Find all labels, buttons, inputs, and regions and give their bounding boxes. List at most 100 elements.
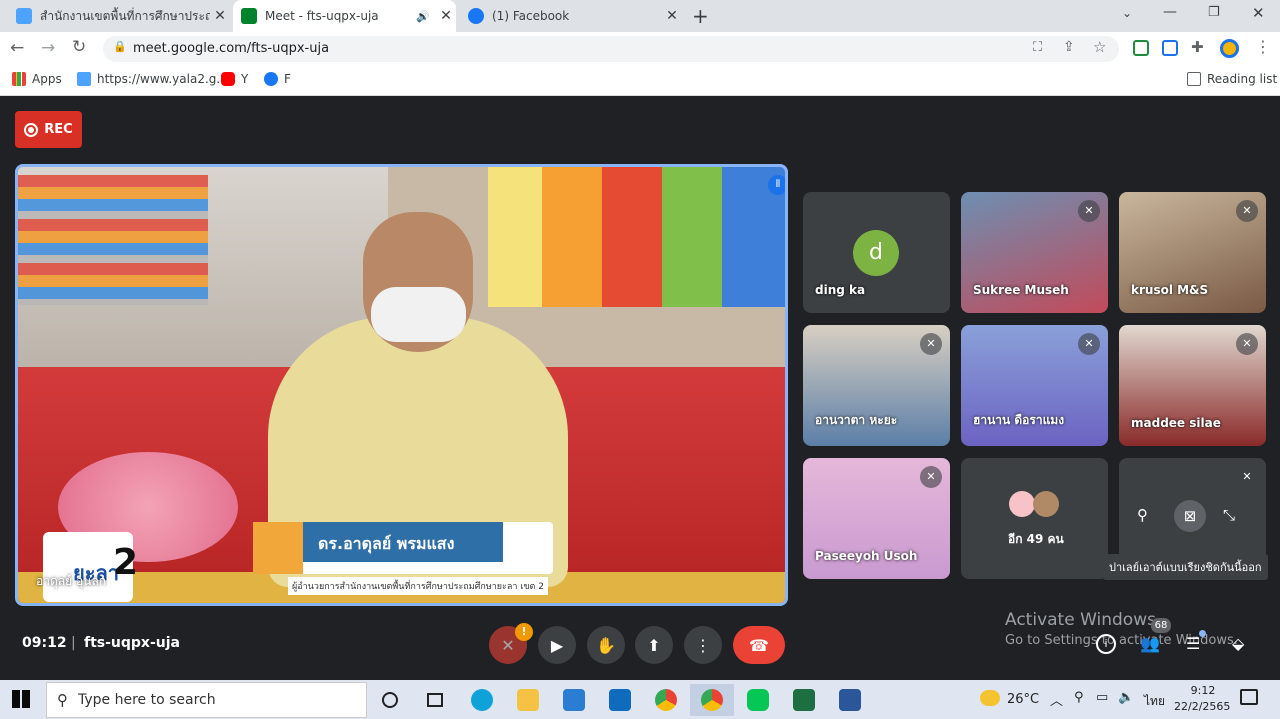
more-options-button[interactable]: ⋮ (684, 626, 722, 664)
cortana-icon[interactable] (374, 684, 406, 716)
camera-icon: ▶ (550, 635, 564, 655)
windows-start-icon[interactable] (12, 690, 30, 708)
name-banner-subtitle: ผู้อำนวยการสำนักงานเขตพื้นที่การศึกษาประ… (288, 577, 548, 595)
participant-tile[interactable]: ✕ krusol M&S (1119, 192, 1266, 313)
extensions-puzzle-icon[interactable]: ✚ (1191, 38, 1204, 56)
reading-list[interactable]: Reading list (1187, 72, 1277, 86)
chat-dot-icon (1199, 630, 1206, 637)
present-icon: ⬆ (647, 635, 661, 655)
remove-tile-icon[interactable]: ⊠ (1174, 500, 1206, 532)
mic-off-icon: ✕ (920, 466, 942, 488)
tab-search-icon[interactable]: ⌄ (1122, 6, 1132, 20)
volume-icon[interactable]: 🔈 (1118, 690, 1134, 705)
extension-green-icon[interactable] (1133, 40, 1149, 56)
profile-avatar[interactable] (1220, 39, 1239, 58)
emblem-icon (253, 522, 303, 574)
reload-icon[interactable]: ↻ (72, 37, 86, 57)
line-icon[interactable] (742, 684, 774, 716)
chrome-icon[interactable] (650, 684, 682, 716)
tooltip: ปาเลย์เอาต์แบบเรียงชิดกันนี้ออก (1103, 554, 1268, 580)
minimize-icon[interactable]: — (1163, 4, 1177, 20)
edge-icon[interactable] (466, 684, 498, 716)
chat-icon[interactable]: ☰ (1186, 634, 1200, 653)
back-icon[interactable]: ← (10, 38, 24, 58)
search-icon: ⚲ (57, 691, 68, 709)
minimize-tile-icon[interactable]: ⤡ (1223, 506, 1235, 524)
task-view-icon[interactable] (419, 684, 451, 716)
chrome-active-icon[interactable] (690, 684, 734, 716)
new-tab-icon[interactable]: + (692, 4, 709, 28)
leave-call-button[interactable]: ☎ (733, 626, 785, 664)
participant-tile[interactable]: d ding ka (803, 192, 950, 313)
extension-cast-icon[interactable] (1162, 40, 1178, 56)
omnibox[interactable]: 🔒 meet.google.com/fts-uqpx-uja ⛶ ⇪ ☆ (103, 36, 1119, 62)
close-tab-icon[interactable]: ✕ (662, 8, 682, 24)
activities-icon[interactable]: ⬙ (1232, 634, 1244, 653)
present-button[interactable]: ⬆ (635, 626, 673, 664)
tab-meet[interactable]: Meet - fts-uqpx-uja 🔊 ✕ (233, 0, 456, 32)
bookmark-youtube[interactable]: Y (221, 72, 248, 86)
mic-off-icon: ✕ (1236, 333, 1258, 355)
recording-badge: REC (15, 111, 82, 148)
tab-facebook[interactable]: (1) Facebook ✕ (460, 0, 682, 32)
store-icon[interactable] (558, 684, 590, 716)
more-dots-icon: ⋮ (695, 635, 711, 655)
clock-time[interactable]: 9:12 (1188, 684, 1218, 697)
people-icon[interactable]: 👥 (1140, 634, 1160, 653)
tray-arrow-icon[interactable]: ︿ (1050, 690, 1063, 709)
hand-icon: ✋ (596, 635, 616, 655)
name-banner: ดร.อาดุลย์ พรมแสง (253, 522, 553, 574)
file-explorer-icon[interactable] (512, 684, 544, 716)
meet-favicon-icon (241, 8, 257, 24)
yala-logo: ยะลา 2 (43, 532, 138, 602)
participant-tile[interactable]: ✕ Sukree Museh (961, 192, 1108, 313)
forward-icon[interactable]: → (41, 38, 55, 58)
bookmark-yala[interactable]: https://www.yala2.g... (77, 72, 228, 86)
menu-dots-icon[interactable]: ⋮ (1255, 37, 1271, 56)
yala-favicon-icon (77, 72, 91, 86)
taskbar-search-input[interactable]: ⚲ Type here to search (46, 682, 367, 718)
close-tab-icon[interactable]: ✕ (210, 8, 230, 24)
tab-bar: สำนักงานเขตพื้นที่การศึกษาประถมศึกษ ✕ Me… (0, 0, 1280, 32)
avatar: d (853, 230, 899, 276)
yala-favicon-icon (16, 8, 32, 24)
notifications-icon[interactable] (1240, 689, 1258, 705)
info-icon[interactable]: i (1096, 634, 1116, 654)
weather-icon[interactable] (980, 690, 1000, 706)
mail-icon[interactable] (604, 684, 636, 716)
bookmark-facebook[interactable]: F (264, 72, 291, 86)
camera-button[interactable]: ▶ (538, 626, 576, 664)
pin-icon[interactable]: ⚲ (1137, 506, 1148, 524)
tray-icon-a[interactable]: ⚲ (1074, 690, 1084, 705)
excel-icon[interactable] (788, 684, 820, 716)
speaker-icon[interactable]: 🔊 (416, 10, 430, 23)
close-window-icon[interactable]: ✕ (1252, 4, 1265, 22)
share-icon[interactable]: ⇪ (1063, 39, 1075, 55)
close-tab-icon[interactable]: ✕ (436, 8, 456, 24)
mic-off-icon: ✕ (1078, 200, 1100, 222)
word-icon[interactable] (834, 684, 866, 716)
main-video[interactable]: ⦀ ยะลา 2 อาดุลย์ อุนลก ดร.อาดุลย์ พรมแสง… (15, 164, 788, 606)
mic-off-icon: ✕ (920, 333, 942, 355)
participant-tile[interactable]: ✕ ฮานาน ดือราแมง (961, 325, 1108, 446)
avatar (1033, 491, 1059, 517)
tab-yala[interactable]: สำนักงานเขตพื้นที่การศึกษาประถมศึกษ ✕ (8, 0, 230, 32)
participant-tile[interactable]: ✕ Paseeyoh Usoh (803, 458, 950, 579)
participant-tile[interactable]: ✕ maddee silae (1119, 325, 1266, 446)
clock-date[interactable]: 22/2/2565 (1174, 700, 1230, 713)
network-icon[interactable]: ▭ (1096, 690, 1108, 705)
url-text[interactable]: meet.google.com/fts-uqpx-uja (133, 41, 329, 56)
raise-hand-button[interactable]: ✋ (587, 626, 625, 664)
avatar (1009, 491, 1035, 517)
people-count-badge: 68 (1151, 618, 1171, 633)
more-participants-tile[interactable]: อีก 49 คน (961, 458, 1108, 579)
translate-icon[interactable]: ⛶ (1033, 40, 1042, 55)
bookmark-apps[interactable]: Apps (12, 72, 62, 86)
restore-icon[interactable]: ❐ (1208, 5, 1220, 20)
activate-windows-title: Activate Windows (1005, 610, 1156, 630)
participant-tile[interactable]: ✕ อานวาตา หะยะ (803, 325, 950, 446)
main-participant-name: อาดุลย์ อุนลก (36, 574, 106, 588)
bookmark-star-icon[interactable]: ☆ (1093, 38, 1106, 56)
input-language[interactable]: ไทย (1144, 692, 1165, 711)
meeting-time: 09:12 (22, 635, 67, 651)
